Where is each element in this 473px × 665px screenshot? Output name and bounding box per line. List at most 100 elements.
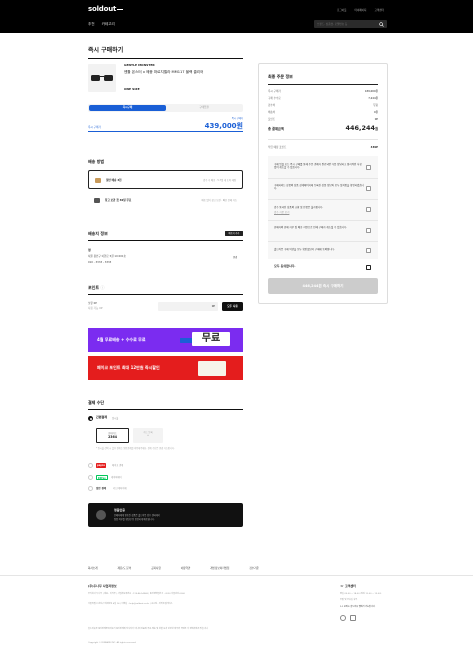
product-size: ONE SIZE bbox=[124, 87, 140, 91]
instant-buy-button[interactable]: 446,244원 즉시 구매하기 bbox=[268, 278, 378, 294]
nav-category[interactable]: 카테고리 bbox=[102, 22, 115, 27]
agreement-text: 구매하려는 상품의 상품 상세페이지에 등록된 상품 정보와 모두 일치함을 확… bbox=[274, 184, 364, 191]
address-divider bbox=[88, 240, 243, 241]
register-card[interactable]: 카드 등록 + bbox=[133, 428, 163, 443]
shipping-option-desc: 배송 없이 창고 보관 · 빠른 판매 가능 bbox=[201, 199, 237, 202]
address-title: 배송지 정보 bbox=[88, 231, 108, 236]
youtube-icon[interactable] bbox=[350, 615, 356, 621]
info-icon[interactable]: ⓘ bbox=[100, 285, 104, 290]
search-box bbox=[314, 20, 387, 28]
change-address-button[interactable]: 변경 bbox=[233, 256, 237, 259]
agreement-checkbox[interactable] bbox=[366, 228, 371, 233]
points-input[interactable] bbox=[158, 302, 218, 311]
shipping-option-storage[interactable]: 창고 보관 첫 30일 무료 배송 없이 창고 보관 · 빠른 판매 가능 bbox=[88, 193, 243, 207]
company-info-line: 주식회사 두나무 | 대표 : 이석우 | 사업자등록번호 : 119-86-5… bbox=[88, 593, 185, 595]
cs-line: 평일 09:00 ~ 18:00 (점심 12:00 ~ 13:00) bbox=[340, 593, 382, 595]
agreement-sep bbox=[268, 241, 378, 242]
cs-line: 주말 및 공휴일 휴무 bbox=[340, 599, 358, 601]
tab-bid-buy[interactable]: 구매입찰 bbox=[166, 105, 242, 111]
payco-banner[interactable]: 페이코 포인트 최대 12만원 즉시할인 bbox=[88, 356, 243, 380]
price-label: 즉시 구매가 bbox=[88, 126, 101, 129]
summary-label: 포인트 bbox=[268, 118, 276, 121]
title-divider bbox=[88, 58, 243, 59]
footer-nav: 회사소개 제휴/도 문의 공지사항 이용약관 개인정보처리방침 검수기준 bbox=[88, 567, 388, 570]
banner-card-image bbox=[198, 361, 226, 376]
reward-points-value: 439P bbox=[370, 146, 378, 149]
banner-text: 4월 무료배송 + 수수료 무료 bbox=[97, 337, 146, 342]
search-input[interactable] bbox=[317, 21, 377, 27]
payco-radio[interactable] bbox=[88, 463, 93, 468]
shipping-title: 배송 방법 bbox=[88, 159, 105, 164]
general-pay-text: 카드/계좌이체 bbox=[113, 487, 127, 490]
logout-link[interactable]: 로그아웃 bbox=[337, 9, 347, 12]
general-pay-radio[interactable] bbox=[88, 486, 93, 491]
summary-value: 0원 bbox=[373, 111, 378, 114]
naverpay-logo: NPay bbox=[96, 475, 108, 480]
product-image bbox=[88, 64, 116, 92]
price-sub-label: 즉시 구매가 bbox=[231, 117, 243, 120]
summary-label: 배송비 bbox=[268, 111, 276, 114]
plus-icon: + bbox=[146, 432, 150, 437]
mypage-link[interactable]: 마이페이지 bbox=[355, 9, 367, 12]
payco-logo: payco bbox=[96, 463, 106, 468]
selected-card[interactable]: 현대카드 2364 bbox=[96, 428, 129, 443]
summary-label: 구매 수수료 bbox=[268, 97, 281, 100]
footer-link[interactable]: 개인정보처리방침 bbox=[210, 567, 229, 570]
summary-label: 즉시 구매가 bbox=[268, 90, 281, 93]
notice-line: 정품 여부를 확인한 뒤 안전하게 배송됩니다. bbox=[114, 518, 155, 521]
reward-points-label: 적립 예정 포인트 bbox=[268, 146, 287, 149]
footer-link[interactable]: 공지사항 bbox=[151, 567, 161, 570]
agreement-checkbox[interactable] bbox=[366, 186, 371, 191]
customer-center-link[interactable]: 고객센터 bbox=[374, 9, 384, 12]
delivery-box-icon bbox=[95, 178, 101, 183]
easy-pay-sub: 일시불 bbox=[112, 417, 119, 420]
shipping-option-standard[interactable]: 일반 배송 3천 검수 후 배송 · 5-7일 내 도착 예정 bbox=[88, 170, 243, 189]
company-info-title: (주)두나무 사업자정보 bbox=[88, 584, 117, 588]
total-divider bbox=[268, 139, 378, 140]
summary-title: 최종 주문 정보 bbox=[268, 74, 293, 79]
agreement-checkbox[interactable] bbox=[366, 248, 371, 253]
inspection-criteria-link[interactable]: 검수 기준 보기 bbox=[274, 211, 364, 214]
address-name: 정 bbox=[88, 248, 91, 252]
logo[interactable]: soldout bbox=[88, 5, 124, 14]
agreement-text: 검수 통과된 상품의 교환 및 반품은 불가합니다. bbox=[274, 206, 324, 209]
cs-line: 1:1 문의는 솔드아웃 앱에서 가능합니다. bbox=[340, 606, 376, 608]
payment-note: * 일시불 선택 시 할부 결제는 일반결제를 이용해주세요. 결제 수단은 변… bbox=[96, 447, 175, 450]
summary-value: 439,000원 bbox=[364, 90, 378, 93]
agree-all-checkbox[interactable] bbox=[366, 265, 371, 270]
naverpay-radio[interactable] bbox=[88, 475, 93, 480]
agreement-sep bbox=[268, 199, 378, 200]
company-info-line: 솔드아웃은 통신판매중개자로서 통신판매의 당사자가 아니며 상품의 주문·배송… bbox=[88, 628, 209, 630]
main-nav: 추천 카테고리 bbox=[88, 22, 115, 27]
total-label: 총 결제금액 bbox=[268, 127, 284, 131]
easy-pay-radio[interactable] bbox=[88, 416, 93, 421]
agreement-text: 구매 입찰 또는 즉시 구매를 통해 주문 결제가 완료되면 다음 정당하고 합… bbox=[274, 163, 362, 170]
price-underline bbox=[88, 131, 243, 132]
purchase-mode-toggle: 즉시구매 구매입찰 bbox=[88, 104, 243, 112]
agreement-text: 솔드아웃 구매 약관을 모두 확인했으며 구매에 동의합니다. bbox=[274, 248, 335, 251]
footer-link[interactable]: 제휴/도 문의 bbox=[118, 567, 132, 570]
summary-value: 무료 bbox=[373, 104, 378, 107]
agreement-checkbox[interactable] bbox=[366, 207, 371, 212]
agreement-checkbox[interactable] bbox=[366, 165, 371, 170]
copyright: Copyright © DUNAMU INC. All rights reser… bbox=[88, 642, 137, 644]
free-shipping-banner[interactable]: 4월 무료배송 + 수수료 무료 무료 bbox=[88, 328, 243, 352]
use-all-points-button[interactable]: 모두 사용 bbox=[222, 302, 243, 311]
footer-link[interactable]: 검수기준 bbox=[249, 567, 259, 570]
tab-instant-buy[interactable]: 즉시구매 bbox=[89, 105, 166, 111]
footer-link[interactable]: 이용약관 bbox=[181, 567, 191, 570]
top-links: 로그아웃 마이페이지 고객센터 bbox=[337, 9, 384, 12]
summary-label: 검수비 bbox=[268, 104, 276, 107]
cs-title: ☏ 고객센터 bbox=[340, 584, 356, 588]
summary-value: 7,244원 bbox=[368, 97, 378, 100]
agreement-sep bbox=[268, 178, 378, 179]
shipping-option-name: 일반 배송 3천 bbox=[106, 178, 122, 182]
authentic-notice: 정품인증 판매자에게 발송된 상품은 솔드아웃 검수 센터에서 정품 여부를 확… bbox=[88, 503, 243, 527]
phone-icon: ☏ bbox=[340, 584, 344, 588]
instagram-icon[interactable] bbox=[340, 615, 346, 621]
payment-title: 결제 수단 bbox=[88, 400, 105, 405]
search-icon[interactable] bbox=[379, 21, 384, 27]
add-address-button[interactable]: 배송지 추가 bbox=[225, 231, 243, 236]
footer-link[interactable]: 회사소개 bbox=[88, 567, 98, 570]
nav-recommend[interactable]: 추천 bbox=[88, 22, 95, 27]
